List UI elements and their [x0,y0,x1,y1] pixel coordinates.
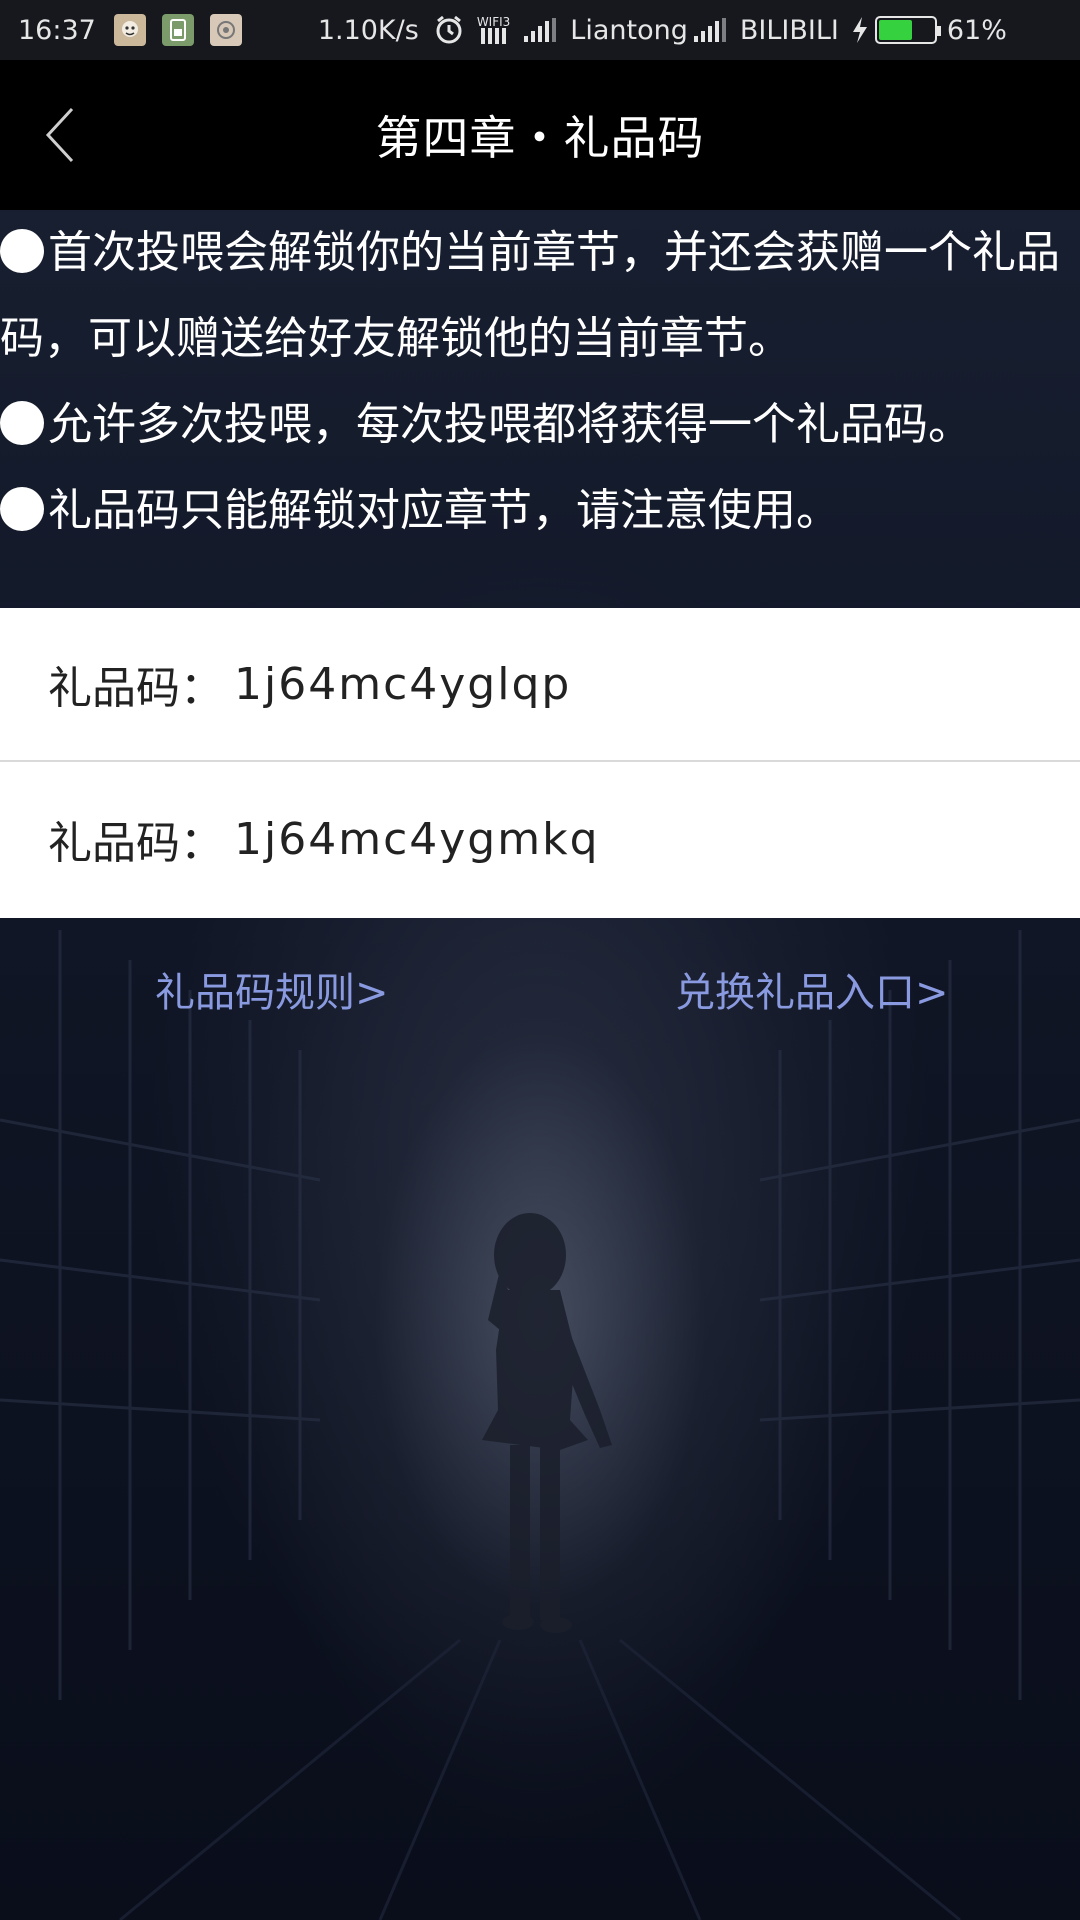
gift-code-list: 礼品码： 1j64mc4yglqp 礼品码： 1j64mc4ygmkq [0,608,1080,918]
network-speed: 1.10K/s [317,14,419,46]
gift-code-value: 1j64mc4ygmkq [234,813,600,865]
app-notification-icon [113,14,146,46]
redeem-gift-link[interactable]: 兑换礼品入口> [675,960,949,1018]
status-time: 16:37 [18,14,96,46]
info-line-3: 礼品码只能解锁对应章节，请注意使用。 [0,468,1080,554]
signal-bars-icon [524,18,557,42]
bullet-icon [0,487,44,531]
wifi-label: WIFI3 [476,15,511,29]
page-title: 第四章・礼品码 [375,111,705,165]
alarm-icon [433,14,465,46]
charging-icon [851,16,869,44]
battery-percent: 61% [946,14,1007,46]
girl-silhouette [482,1213,612,1633]
gift-code-value: 1j64mc4yglqp [234,658,572,710]
gift-code-row[interactable]: 礼品码： 1j64mc4yglqp [0,608,1080,762]
links-row: 礼品码规则> 兑换礼品入口> [0,960,1080,1040]
info-section: 首次投喂会解锁你的当前章节，并还会获赠一个礼品码，可以赠送给好友解锁他的当前章节… [0,210,1080,610]
sim-card-icon [161,14,194,46]
wifi-bars-icon [481,28,507,44]
gift-code-label: 礼品码： [48,663,224,714]
bullet-icon [0,401,44,445]
gift-code-label: 礼品码： [48,818,224,869]
wifi-indicator: WIFI3 [477,16,510,44]
gift-code-row[interactable]: 礼品码： 1j64mc4ygmkq [0,762,1080,916]
info-line-1: 首次投喂会解锁你的当前章节，并还会获赠一个礼品码，可以赠送给好友解锁他的当前章节… [0,227,1060,364]
screen: 16:37 1.10K/s WIFI3 Liantong BILIBILI 61… [0,0,1080,1920]
bullet-icon [0,229,44,273]
battery-fill [878,20,912,40]
music-app-icon [209,14,242,46]
title-bar: 第四章・礼品码 [0,60,1080,210]
status-bar: 16:37 1.10K/s WIFI3 Liantong BILIBILI 61… [0,0,1080,60]
carrier-name: Liantong [570,14,688,46]
signal-bars-icon-2 [693,18,726,42]
carrier-name-2: BILIBILI [739,14,839,46]
battery-icon [874,16,941,44]
info-line-2: 允许多次投喂，每次投喂都将获得一个礼品码。 [0,382,1080,468]
gift-code-rules-link[interactable]: 礼品码规则> [155,960,389,1018]
